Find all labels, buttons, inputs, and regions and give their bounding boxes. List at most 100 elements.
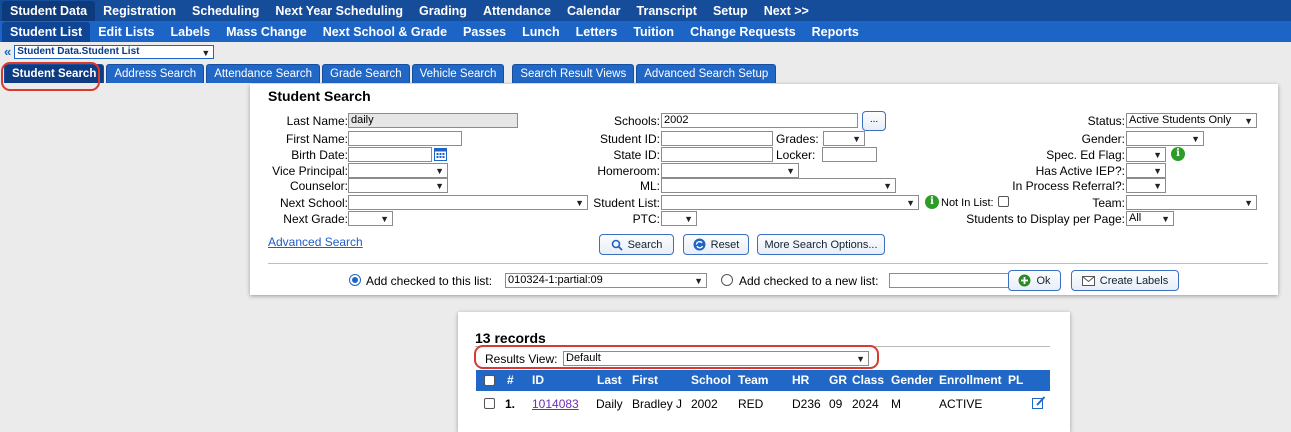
- add-to-new-list-radio[interactable]: [721, 274, 733, 286]
- submenu-lunch[interactable]: Lunch: [514, 22, 568, 42]
- column-header[interactable]: Class: [852, 373, 884, 387]
- results-view-select[interactable]: Default ▼: [563, 351, 869, 366]
- next-school-select[interactable]: ▼: [348, 195, 588, 210]
- menu-setup[interactable]: Setup: [705, 1, 756, 21]
- tab-student-search[interactable]: Student Search: [4, 64, 105, 83]
- submenu-tuition[interactable]: Tuition: [625, 22, 682, 42]
- next-grade-select[interactable]: ▼: [348, 211, 393, 226]
- menu-transcript[interactable]: Transcript: [629, 1, 705, 21]
- ok-button[interactable]: Ok: [1008, 270, 1061, 291]
- menu-student-data[interactable]: Student Data: [2, 0, 96, 21]
- collapse-chevron-icon[interactable]: «: [4, 45, 11, 58]
- advanced-search-link[interactable]: Advanced Search: [268, 235, 363, 249]
- active-iep-select[interactable]: ▼: [1126, 163, 1166, 178]
- search-button[interactable]: Search: [599, 234, 674, 255]
- submenu-next-school-grade[interactable]: Next School & Grade: [315, 22, 455, 42]
- menu-registration[interactable]: Registration: [95, 1, 184, 21]
- tab-advanced-search-setup[interactable]: Advanced Search Setup: [636, 64, 777, 83]
- cell-last: Daily: [596, 397, 623, 411]
- chevron-down-icon: ▼: [575, 198, 584, 208]
- chevron-down-icon: ▼: [1153, 150, 1162, 160]
- create-labels-button[interactable]: Create Labels: [1071, 270, 1179, 291]
- column-header[interactable]: HR: [792, 373, 809, 387]
- submenu-reports[interactable]: Reports: [804, 22, 867, 42]
- schools-input[interactable]: 2002: [661, 113, 858, 128]
- grades-select[interactable]: ▼: [823, 131, 865, 146]
- column-header[interactable]: PL: [1008, 373, 1023, 387]
- select-all-checkbox[interactable]: [484, 375, 495, 386]
- student-list-select[interactable]: ▼: [661, 195, 919, 210]
- first-name-input[interactable]: [348, 131, 462, 146]
- state-id-input[interactable]: [661, 147, 773, 162]
- tab-vehicle-search[interactable]: Vehicle Search: [411, 64, 505, 83]
- menu-attendance[interactable]: Attendance: [475, 1, 559, 21]
- add-to-list-select[interactable]: 010324-1:partial:09 ▼: [505, 273, 707, 288]
- column-header[interactable]: Team: [738, 373, 768, 387]
- birth-date-label: Birth Date:: [291, 148, 348, 162]
- ptc-select[interactable]: ▼: [661, 211, 697, 226]
- tab-attendance-search[interactable]: Attendance Search: [206, 64, 321, 83]
- submenu-edit-lists[interactable]: Edit Lists: [90, 22, 162, 42]
- homeroom-label: Homeroom:: [597, 164, 660, 178]
- calendar-icon[interactable]: [434, 147, 447, 161]
- menu-next-year-scheduling[interactable]: Next Year Scheduling: [267, 1, 411, 21]
- column-header[interactable]: Gender: [891, 373, 933, 387]
- ml-select[interactable]: ▼: [661, 178, 896, 193]
- submenu-labels[interactable]: Labels: [162, 22, 218, 42]
- edit-icon[interactable]: [1031, 395, 1046, 410]
- submenu-mass-change[interactable]: Mass Change: [218, 22, 315, 42]
- student-id-input[interactable]: [661, 131, 773, 146]
- tab-grade-search[interactable]: Grade Search: [322, 64, 410, 83]
- row-checkbox[interactable]: [484, 398, 495, 409]
- submenu-change-requests[interactable]: Change Requests: [682, 22, 804, 42]
- reset-button[interactable]: Reset: [683, 234, 749, 255]
- chevron-down-icon: ▼: [856, 354, 865, 364]
- submenu-letters[interactable]: Letters: [568, 22, 626, 42]
- column-header[interactable]: ID: [532, 373, 544, 387]
- sub-menu: Student List Edit Lists Labels Mass Chan…: [0, 21, 1291, 42]
- breadcrumb-select[interactable]: Student Data.Student List ▼: [14, 45, 215, 59]
- counselor-select[interactable]: ▼: [348, 178, 448, 193]
- chevron-down-icon: ▼: [906, 198, 915, 208]
- sped-flag-select[interactable]: ▼: [1126, 147, 1166, 162]
- menu-scheduling[interactable]: Scheduling: [184, 1, 267, 21]
- per-page-select[interactable]: All ▼: [1126, 211, 1174, 226]
- more-search-options-button[interactable]: More Search Options...: [757, 234, 885, 255]
- tab-address-search[interactable]: Address Search: [106, 64, 205, 83]
- ok-button-label: Ok: [1036, 274, 1051, 287]
- column-header[interactable]: Enrollment: [939, 373, 1002, 387]
- schools-picker-button[interactable]: ...: [862, 111, 886, 131]
- gender-select[interactable]: ▼: [1126, 131, 1204, 146]
- student-id-link[interactable]: 1014083: [532, 397, 579, 411]
- next-grade-label: Next Grade:: [283, 212, 348, 226]
- column-header[interactable]: GR: [829, 373, 847, 387]
- menu-grading[interactable]: Grading: [411, 1, 475, 21]
- team-select[interactable]: ▼: [1126, 195, 1257, 210]
- breadcrumb-select-value: Student Data.Student List: [17, 46, 140, 57]
- referral-select[interactable]: ▼: [1126, 178, 1166, 193]
- not-in-list-checkbox[interactable]: [998, 196, 1009, 207]
- column-header[interactable]: First: [632, 373, 658, 387]
- results-panel: 13 records Results View: Default ▼ # ID …: [458, 312, 1070, 432]
- last-name-input[interactable]: daily: [348, 113, 518, 128]
- records-count: 13 records: [475, 330, 546, 346]
- vice-principal-select[interactable]: ▼: [348, 163, 448, 178]
- locker-input[interactable]: [822, 147, 877, 162]
- column-header[interactable]: Last: [597, 373, 622, 387]
- submenu-student-list[interactable]: Student List: [2, 21, 91, 42]
- tab-search-result-views[interactable]: Search Result Views: [512, 64, 635, 83]
- column-header[interactable]: #: [507, 373, 514, 387]
- menu-calendar[interactable]: Calendar: [559, 1, 629, 21]
- locker-label: Locker:: [776, 148, 816, 162]
- column-header[interactable]: School: [691, 373, 731, 387]
- menu-next[interactable]: Next >>: [756, 1, 817, 21]
- homeroom-select[interactable]: ▼: [661, 163, 799, 178]
- status-select[interactable]: Active Students Only ▼: [1126, 113, 1257, 128]
- add-to-list-radio[interactable]: [349, 274, 361, 286]
- status-value: Active Students Only: [1129, 114, 1232, 126]
- schools-label: Schools:: [613, 114, 660, 128]
- more-search-options-label: More Search Options...: [764, 238, 878, 251]
- add-to-list-value: 010324-1:partial:09: [508, 274, 603, 286]
- submenu-passes[interactable]: Passes: [455, 22, 514, 42]
- birth-date-input[interactable]: [348, 147, 432, 162]
